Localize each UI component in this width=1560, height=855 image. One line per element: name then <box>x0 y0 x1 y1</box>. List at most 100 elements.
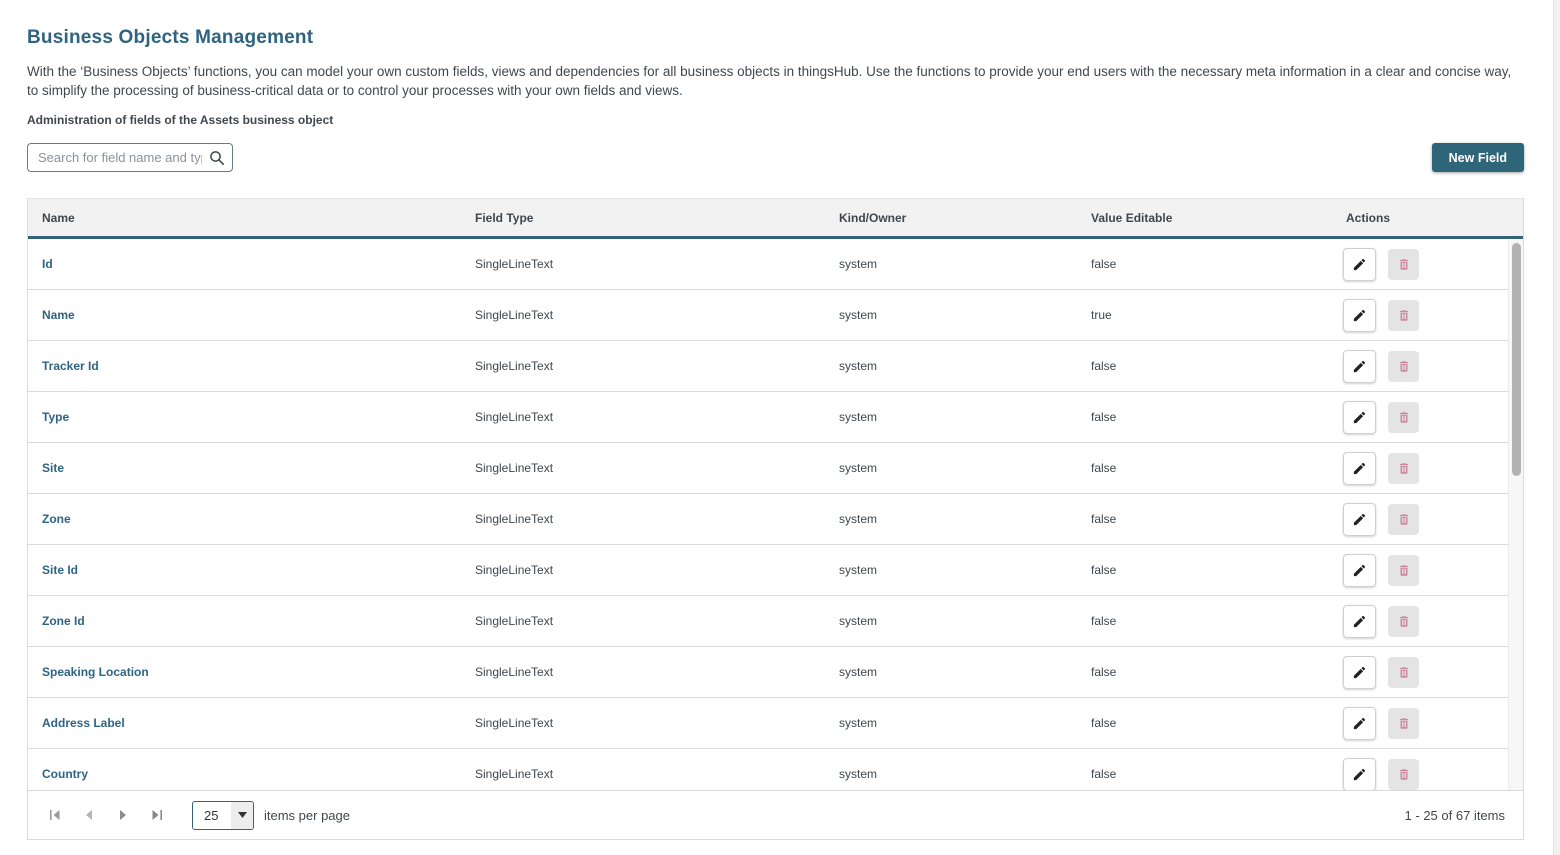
delete-button[interactable] <box>1388 606 1419 637</box>
row-actions-cell <box>1332 452 1508 485</box>
value-editable-cell: false <box>1077 665 1332 679</box>
pencil-icon <box>1352 461 1367 476</box>
edit-button[interactable] <box>1343 299 1376 332</box>
column-header-name[interactable]: Name <box>28 211 461 225</box>
kind-owner-cell: system <box>825 461 1077 475</box>
table-row: Country SingleLineText system false <box>28 749 1508 790</box>
section-subtitle: Administration of fields of the Assets b… <box>27 113 1524 127</box>
first-page-button[interactable] <box>42 802 68 828</box>
page-description: With the ‘Business Objects’ functions, y… <box>27 62 1524 100</box>
last-page-button[interactable] <box>144 802 170 828</box>
table-scrollbar-track[interactable] <box>1508 239 1523 790</box>
field-type-cell: SingleLineText <box>461 359 825 373</box>
row-actions-cell <box>1332 248 1508 281</box>
row-actions-cell <box>1332 707 1508 740</box>
kind-owner-cell: system <box>825 767 1077 781</box>
pencil-icon <box>1352 767 1367 782</box>
delete-button[interactable] <box>1388 249 1419 280</box>
trash-icon <box>1397 359 1411 374</box>
new-field-button[interactable]: New Field <box>1432 143 1524 172</box>
value-editable-cell: false <box>1077 716 1332 730</box>
value-editable-cell: false <box>1077 563 1332 577</box>
pencil-icon <box>1352 410 1367 425</box>
edit-button[interactable] <box>1343 452 1376 485</box>
field-name-link[interactable]: Type <box>28 410 461 424</box>
field-name-link[interactable]: Country <box>28 767 461 781</box>
value-editable-cell: true <box>1077 308 1332 322</box>
delete-button[interactable] <box>1388 300 1419 331</box>
delete-button[interactable] <box>1388 759 1419 790</box>
search-input[interactable] <box>28 144 232 171</box>
field-name-link[interactable]: Site Id <box>28 563 461 577</box>
delete-button[interactable] <box>1388 351 1419 382</box>
field-name-link[interactable]: Site <box>28 461 461 475</box>
kind-owner-cell: system <box>825 716 1077 730</box>
field-type-cell: SingleLineText <box>461 614 825 628</box>
edit-button[interactable] <box>1343 554 1376 587</box>
field-type-cell: SingleLineText <box>461 563 825 577</box>
field-name-link[interactable]: Zone Id <box>28 614 461 628</box>
field-name-link[interactable]: Tracker Id <box>28 359 461 373</box>
delete-button[interactable] <box>1388 504 1419 535</box>
delete-button[interactable] <box>1388 657 1419 688</box>
edit-button[interactable] <box>1343 758 1376 791</box>
items-per-page-select[interactable]: 25 <box>192 801 254 830</box>
kind-owner-cell: system <box>825 359 1077 373</box>
column-header-actions: Actions <box>1332 211 1523 225</box>
edit-button[interactable] <box>1343 656 1376 689</box>
field-type-cell: SingleLineText <box>461 257 825 271</box>
table-scrollbar-thumb[interactable] <box>1512 243 1521 476</box>
pencil-icon <box>1352 257 1367 272</box>
row-actions-cell <box>1332 554 1508 587</box>
fields-table: Name Field Type Kind/Owner Value Editabl… <box>27 198 1524 791</box>
row-actions-cell <box>1332 656 1508 689</box>
edit-button[interactable] <box>1343 248 1376 281</box>
column-header-field-type[interactable]: Field Type <box>461 211 825 225</box>
page-scrollbar-track[interactable] <box>1553 0 1560 855</box>
field-type-cell: SingleLineText <box>461 716 825 730</box>
edit-button[interactable] <box>1343 605 1376 638</box>
field-type-cell: SingleLineText <box>461 767 825 781</box>
next-page-button[interactable] <box>110 802 136 828</box>
pencil-icon <box>1352 512 1367 527</box>
previous-page-button[interactable] <box>76 802 102 828</box>
row-actions-cell <box>1332 758 1508 791</box>
field-name-link[interactable]: Name <box>28 308 461 322</box>
table-row: Id SingleLineText system false <box>28 239 1508 290</box>
field-type-cell: SingleLineText <box>461 308 825 322</box>
column-header-value-editable[interactable]: Value Editable <box>1077 211 1332 225</box>
trash-icon <box>1397 716 1411 731</box>
field-name-link[interactable]: Speaking Location <box>28 665 461 679</box>
value-editable-cell: false <box>1077 461 1332 475</box>
column-header-kind-owner[interactable]: Kind/Owner <box>825 211 1077 225</box>
trash-icon <box>1397 257 1411 272</box>
value-editable-cell: false <box>1077 767 1332 781</box>
items-per-page-label: items per page <box>264 808 350 823</box>
trash-icon <box>1397 461 1411 476</box>
field-name-link[interactable]: Address Label <box>28 716 461 730</box>
delete-button[interactable] <box>1388 708 1419 739</box>
value-editable-cell: false <box>1077 614 1332 628</box>
kind-owner-cell: system <box>825 665 1077 679</box>
search-box <box>27 143 233 172</box>
edit-button[interactable] <box>1343 503 1376 536</box>
edit-button[interactable] <box>1343 707 1376 740</box>
edit-button[interactable] <box>1343 401 1376 434</box>
field-name-link[interactable]: Zone <box>28 512 461 526</box>
toolbar: New Field <box>27 143 1524 172</box>
trash-icon <box>1397 614 1411 629</box>
row-actions-cell <box>1332 605 1508 638</box>
value-editable-cell: false <box>1077 410 1332 424</box>
pencil-icon <box>1352 716 1367 731</box>
search-icon <box>209 150 225 166</box>
table-row: Name SingleLineText system true <box>28 290 1508 341</box>
page-title: Business Objects Management <box>27 27 1524 49</box>
value-editable-cell: false <box>1077 512 1332 526</box>
edit-button[interactable] <box>1343 350 1376 383</box>
field-type-cell: SingleLineText <box>461 665 825 679</box>
field-name-link[interactable]: Id <box>28 257 461 271</box>
delete-button[interactable] <box>1388 402 1419 433</box>
delete-button[interactable] <box>1388 453 1419 484</box>
pagination-bar: 25 items per page 1 - 25 of 67 items <box>27 790 1524 840</box>
delete-button[interactable] <box>1388 555 1419 586</box>
